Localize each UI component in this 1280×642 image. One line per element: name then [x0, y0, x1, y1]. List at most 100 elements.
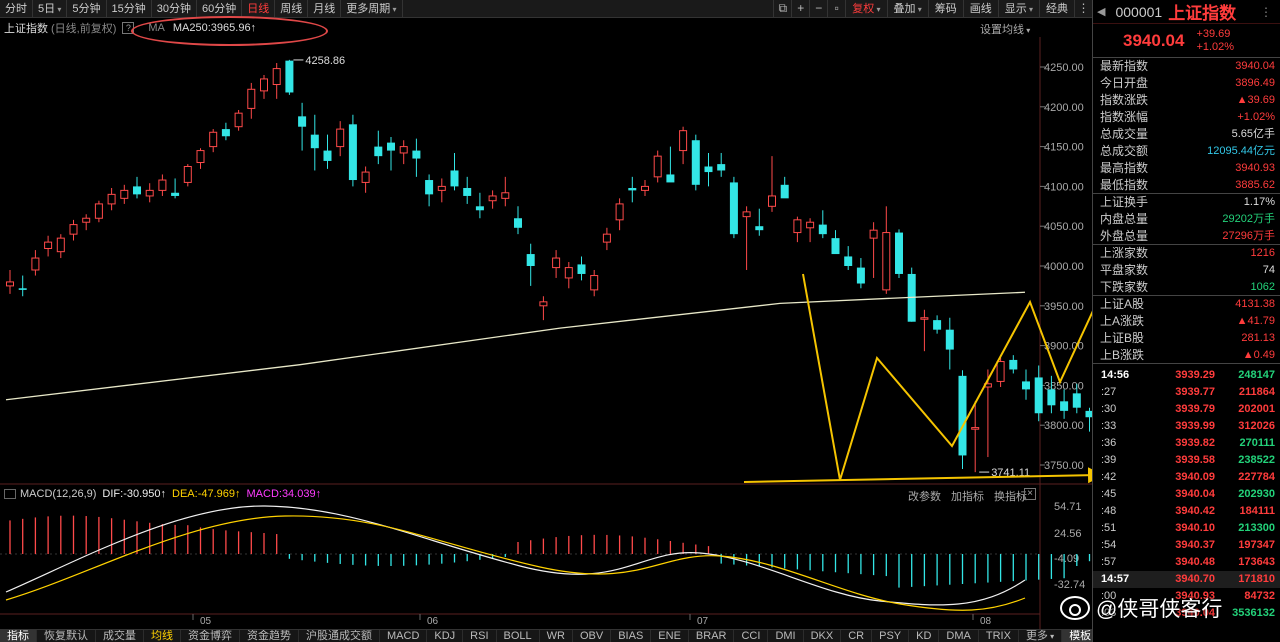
candle-body: [323, 150, 332, 161]
indicator-tab[interactable]: KD: [909, 630, 940, 642]
indicator-tab[interactable]: DKX: [804, 630, 842, 642]
indicator-tab[interactable]: PSY: [872, 630, 910, 642]
stat-value: 74: [1262, 264, 1275, 276]
stat-value: 1.17%: [1243, 196, 1275, 208]
indicator-tabs: 指标 恢复默认 成交量 均线 资金博弈 资金趋势 沪股通成交额 MACD KDJ RSI BOLL W…: [0, 629, 1092, 642]
indicator-tab[interactable]: 成交量: [96, 630, 144, 642]
tick-row: :51 3940.10 213300: [1093, 520, 1280, 537]
indicator-tab[interactable]: BRAR: [689, 630, 735, 642]
triangle-left-icon[interactable]: ◀: [1097, 5, 1105, 18]
stat-row: 平盘家数 74: [1093, 262, 1280, 279]
candle-body: [120, 189, 129, 199]
last-price: 3940.04: [1123, 30, 1185, 50]
indicator-tab[interactable]: 指标: [0, 630, 37, 642]
candle-body: [171, 192, 180, 196]
switch-indicator-button[interactable]: 换指标: [994, 488, 1027, 504]
kline-chart[interactable]: 4250.00 4200.00 4150.00 4100.00 4050.00 4000.…: [0, 0, 1092, 629]
candle-body: [361, 171, 370, 183]
indicator-tab[interactable]: TRIX: [979, 630, 1019, 642]
macd-axis-label: -32.74: [1054, 579, 1085, 591]
candle-body: [1034, 377, 1043, 414]
indicator-tab[interactable]: 沪股通成交额: [299, 630, 380, 642]
stat-row: 最低指数 3885.62: [1093, 177, 1280, 194]
tick-time: 14:56: [1101, 369, 1130, 381]
stat-row: 指数涨幅 +1.02%: [1093, 109, 1280, 126]
stat-label: 外盘总量: [1100, 229, 1149, 243]
indicator-tab[interactable]: MACD: [380, 630, 428, 642]
candle-body: [6, 281, 14, 287]
candle-body: [18, 288, 27, 290]
stat-label: 上涨家数: [1100, 246, 1149, 260]
stat-label: 最新指数: [1100, 59, 1149, 73]
indicator-tab[interactable]: 恢复默认: [37, 630, 96, 642]
indicator-tab[interactable]: OBV: [573, 630, 612, 642]
candle-body: [856, 267, 865, 284]
stat-label: 指数涨跌: [1100, 93, 1149, 107]
candle-body: [310, 134, 319, 149]
candle-body: [488, 195, 497, 202]
indicator-icon[interactable]: [4, 489, 16, 499]
candle-body: [780, 184, 789, 199]
stat-value: 5.65亿手: [1231, 128, 1275, 140]
indicator-tab[interactable]: DMI: [768, 630, 804, 642]
macd-dea-line: [5, 515, 1026, 611]
edit-params-button[interactable]: 改参数: [908, 488, 941, 504]
indicator-tab[interactable]: KDJ: [427, 630, 464, 642]
stat-row: 上B涨跌 ▲0.49: [1093, 347, 1280, 364]
candle-body: [107, 193, 116, 205]
stat-row: 下跌家数 1062: [1093, 279, 1280, 296]
stat-label: 指数涨幅: [1100, 110, 1149, 124]
candle-body: [1060, 401, 1069, 411]
tick-volume: 184111: [1239, 505, 1276, 517]
candle-body: [298, 116, 307, 127]
watermark: @侠哥侠客行: [1060, 593, 1222, 623]
month-label: 08: [980, 616, 992, 627]
tick-time: :36: [1101, 437, 1117, 449]
candle-body: [82, 217, 91, 223]
candle-body: [514, 218, 522, 228]
indicator-tab[interactable]: CCI: [734, 630, 769, 642]
tick-price: 3939.58: [1175, 454, 1215, 466]
macd-dea: DEA:-47.969↑: [172, 488, 241, 500]
indicator-tab[interactable]: 资金趋势: [240, 630, 299, 642]
indicator-tab[interactable]: BIAS: [611, 630, 652, 642]
indicator-tab[interactable]: 模板: [1062, 630, 1092, 642]
indicator-tab[interactable]: ENE: [651, 630, 689, 642]
candle-body: [590, 275, 599, 291]
stat-label: 总成交量: [1100, 127, 1149, 141]
candle-body: [158, 179, 167, 191]
tick-time: :42: [1101, 471, 1117, 483]
stat-row: 外盘总量 27296万手: [1093, 228, 1280, 245]
tick-row: :27 3939.77 211864: [1093, 384, 1280, 401]
indicator-tab[interactable]: 均线: [144, 630, 181, 642]
panel-title: ◀ 000001 上证指数 ⋮: [1093, 0, 1280, 24]
price-axis-label: 4150.00: [1044, 142, 1084, 154]
indicator-tab[interactable]: RSI: [463, 630, 497, 642]
tick-price: 3939.77: [1175, 386, 1215, 398]
menu-icon[interactable]: ⋮: [1260, 5, 1272, 19]
price-axis-label: 3800.00: [1044, 420, 1084, 432]
indicator-tab[interactable]: DMA: [939, 630, 979, 642]
candle-body: [806, 221, 815, 229]
candle-body: [450, 170, 459, 187]
candle-body: [704, 166, 713, 173]
candle-body: [755, 226, 764, 231]
stat-value: 1062: [1250, 281, 1275, 293]
candle-body: [691, 140, 700, 185]
candle-body: [945, 329, 954, 350]
price-axis-label: 4000.00: [1044, 261, 1084, 273]
stat-value: 27296万手: [1222, 230, 1275, 242]
close-icon[interactable]: ×: [1024, 488, 1036, 500]
candle-body: [221, 129, 230, 137]
indicator-tab[interactable]: CR: [841, 630, 873, 642]
stat-label: 内盘总量: [1100, 212, 1149, 226]
indicator-tab[interactable]: WR: [540, 630, 573, 642]
price-block: 3940.04 +39.69 +1.02%: [1093, 24, 1280, 58]
quote-panel: ◀ 000001 上证指数 ⋮ 3940.04 +39.69 +1.02% 最新…: [1092, 0, 1280, 642]
indicator-tab[interactable]: 资金博弈: [181, 630, 240, 642]
indicator-tab[interactable]: 更多: [1019, 630, 1063, 642]
add-indicator-button[interactable]: 加指标: [951, 488, 984, 504]
candle-body: [564, 267, 573, 279]
indicator-tab[interactable]: BOLL: [497, 630, 540, 642]
tick-time: :33: [1101, 420, 1117, 432]
